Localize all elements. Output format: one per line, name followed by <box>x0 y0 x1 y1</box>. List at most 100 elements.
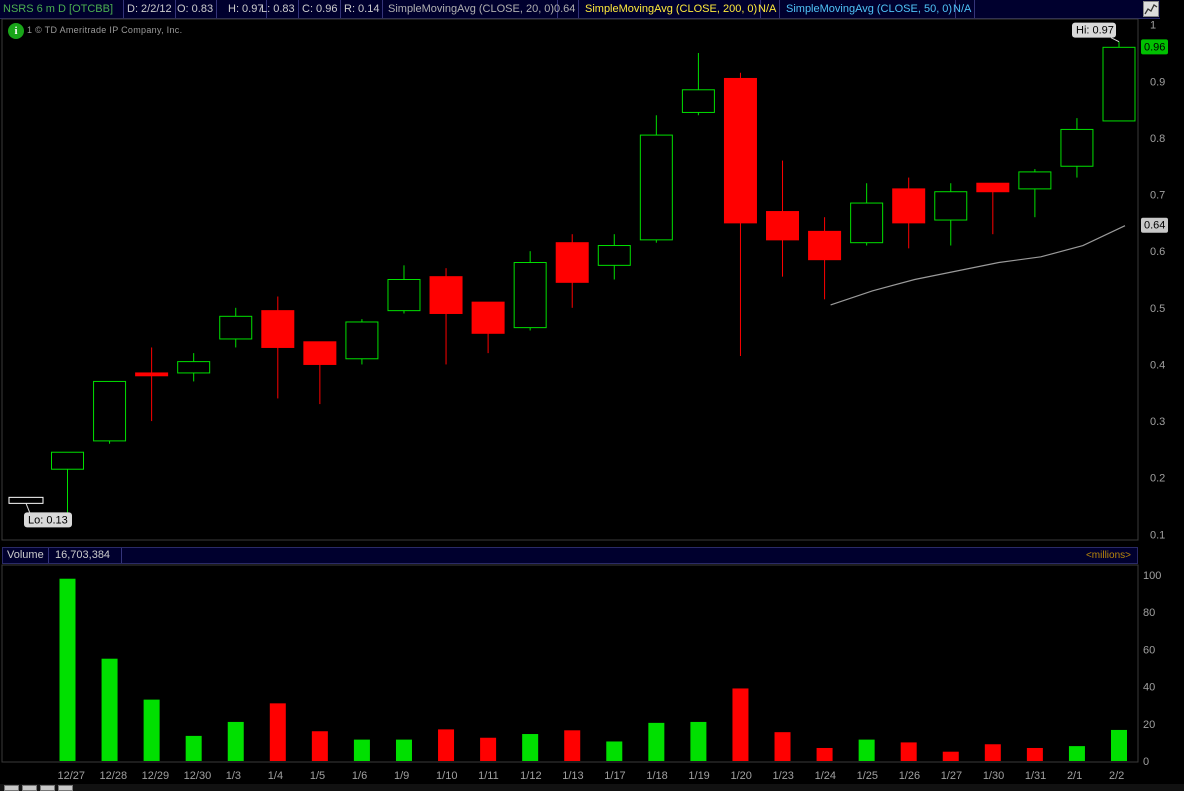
last-price-text: 0.96 <box>1144 41 1165 53</box>
volume-bar <box>816 747 833 761</box>
volume-y-axis: 0 20 40 60 80 100 <box>1143 570 1161 768</box>
date-tick-label: 1/25 <box>857 770 878 782</box>
date-tick-label: 1/6 <box>352 770 367 782</box>
date-tick-label: 1/13 <box>562 770 583 782</box>
price-y-tick: 0.8 <box>1150 133 1165 145</box>
candle-body <box>51 451 84 470</box>
pan-right-button[interactable] <box>58 785 73 791</box>
volume-header-bar: Volume 16,703,384 <millions> <box>2 547 1138 564</box>
zoom-in-button[interactable] <box>22 785 37 791</box>
date-tick-label: 2/2 <box>1109 770 1124 782</box>
candle-body <box>934 191 968 221</box>
hi-label-text: Hi: 0.97 <box>1076 25 1114 37</box>
volume-label[interactable]: Volume <box>3 548 49 563</box>
date-x-axis: 12/27 12/28 12/29 12/30 1/3 1/4 1/5 1/6 1/9 1/10 1… <box>58 770 1125 782</box>
price-y-tick: 0.9 <box>1150 76 1165 88</box>
volume-bar <box>59 578 76 761</box>
date-tick-label: 1/9 <box>394 770 409 782</box>
volume-bar <box>774 732 791 761</box>
candle-body <box>597 245 631 266</box>
volume-y-tick: 100 <box>1143 570 1161 582</box>
candle-body <box>177 361 211 374</box>
lo-label-text: Lo: 0.13 <box>28 514 68 526</box>
date-tick-label: 1/12 <box>520 770 541 782</box>
candle-body <box>261 310 295 348</box>
volume-y-tick: 40 <box>1143 682 1155 694</box>
date-tick-label: 1/20 <box>730 770 751 782</box>
date-tick-label: 1/3 <box>226 770 241 782</box>
volume-y-tick: 20 <box>1143 719 1155 731</box>
volume-bar <box>143 699 160 761</box>
volume-bar <box>101 658 118 761</box>
candle-body <box>808 230 842 261</box>
price-y-axis: 0.1 0.2 0.3 0.4 0.5 0.6 0.7 0.8 0.9 1 <box>1150 20 1165 542</box>
candle-body <box>639 134 673 241</box>
price-y-tick: 1 <box>1150 20 1156 32</box>
candle-body <box>723 77 757 224</box>
volume-bar <box>269 703 286 761</box>
volume-units: <millions> <box>1085 550 1131 561</box>
volume-bar <box>606 741 623 761</box>
date-tick-label: 12/30 <box>184 770 212 782</box>
volume-bar <box>1068 746 1085 761</box>
volume-y-tick: 0 <box>1143 756 1149 768</box>
candle-body <box>93 380 127 442</box>
candle-body <box>1102 46 1136 122</box>
date-tick-label: 2/1 <box>1067 770 1082 782</box>
volume-bar <box>522 734 539 761</box>
volume-bar <box>1111 729 1127 761</box>
volume-value: 16,703,384 <box>51 548 122 563</box>
volume-bar <box>942 751 959 761</box>
date-tick-label: 1/26 <box>899 770 920 782</box>
price-y-tick: 0.5 <box>1150 303 1165 315</box>
candle-body <box>976 182 1010 193</box>
volume-bar <box>900 742 917 761</box>
bottom-toolbar <box>0 784 1184 791</box>
volume-bar <box>564 730 581 761</box>
price-chart[interactable]: 0.1 0.2 0.3 0.4 0.5 0.6 0.7 0.8 0.9 1 Hi: 0.97 Lo:… <box>0 0 1184 545</box>
volume-y-tick: 60 <box>1143 644 1155 656</box>
date-tick-label: 1/31 <box>1025 770 1046 782</box>
date-tick-label: 12/29 <box>142 770 170 782</box>
volume-chart[interactable]: 020406080100 12/27 12/28 12/29 12/30 1/3 1/4 1… <box>0 564 1184 784</box>
date-tick-label: 1/23 <box>773 770 794 782</box>
price-y-tick: 0.3 <box>1150 416 1165 428</box>
volume-bar <box>858 739 875 761</box>
zoom-out-button[interactable] <box>4 785 19 791</box>
candle-body <box>513 262 547 329</box>
candle-body <box>135 372 169 377</box>
candle-body <box>681 89 715 113</box>
candle-body <box>345 321 379 360</box>
date-tick-label: 1/19 <box>688 770 709 782</box>
price-y-tick: 0.6 <box>1150 246 1165 258</box>
date-tick-label: 12/27 <box>58 770 86 782</box>
candle-body <box>766 211 800 241</box>
volume-bar <box>311 731 328 761</box>
volume-bar <box>438 729 455 761</box>
price-y-tick: 0.1 <box>1150 529 1165 541</box>
lo-marker <box>8 496 44 504</box>
volume-bars-group <box>59 578 1127 761</box>
date-tick-label: 1/24 <box>815 770 836 782</box>
candle-body <box>471 301 505 334</box>
candle-body <box>850 202 884 244</box>
volume-bar <box>185 735 202 761</box>
candle-body <box>1060 128 1094 167</box>
price-y-tick: 0.7 <box>1150 190 1165 202</box>
volume-bar <box>227 721 244 761</box>
price-y-tick: 0.4 <box>1150 359 1165 371</box>
candle-body <box>429 276 463 314</box>
pan-left-button[interactable] <box>40 785 55 791</box>
hi-label-pointer <box>1110 37 1120 43</box>
sma-last-text: 0.64 <box>1144 220 1165 232</box>
candle-body <box>555 242 589 283</box>
date-tick-label: 1/4 <box>268 770 283 782</box>
date-tick-label: 1/18 <box>646 770 667 782</box>
volume-bar <box>480 737 497 761</box>
volume-bar <box>353 739 370 761</box>
volume-bar <box>1026 747 1043 761</box>
date-tick-label: 1/5 <box>310 770 325 782</box>
candle-body <box>1018 171 1052 190</box>
date-tick-label: 1/17 <box>604 770 625 782</box>
volume-bar <box>732 688 749 761</box>
